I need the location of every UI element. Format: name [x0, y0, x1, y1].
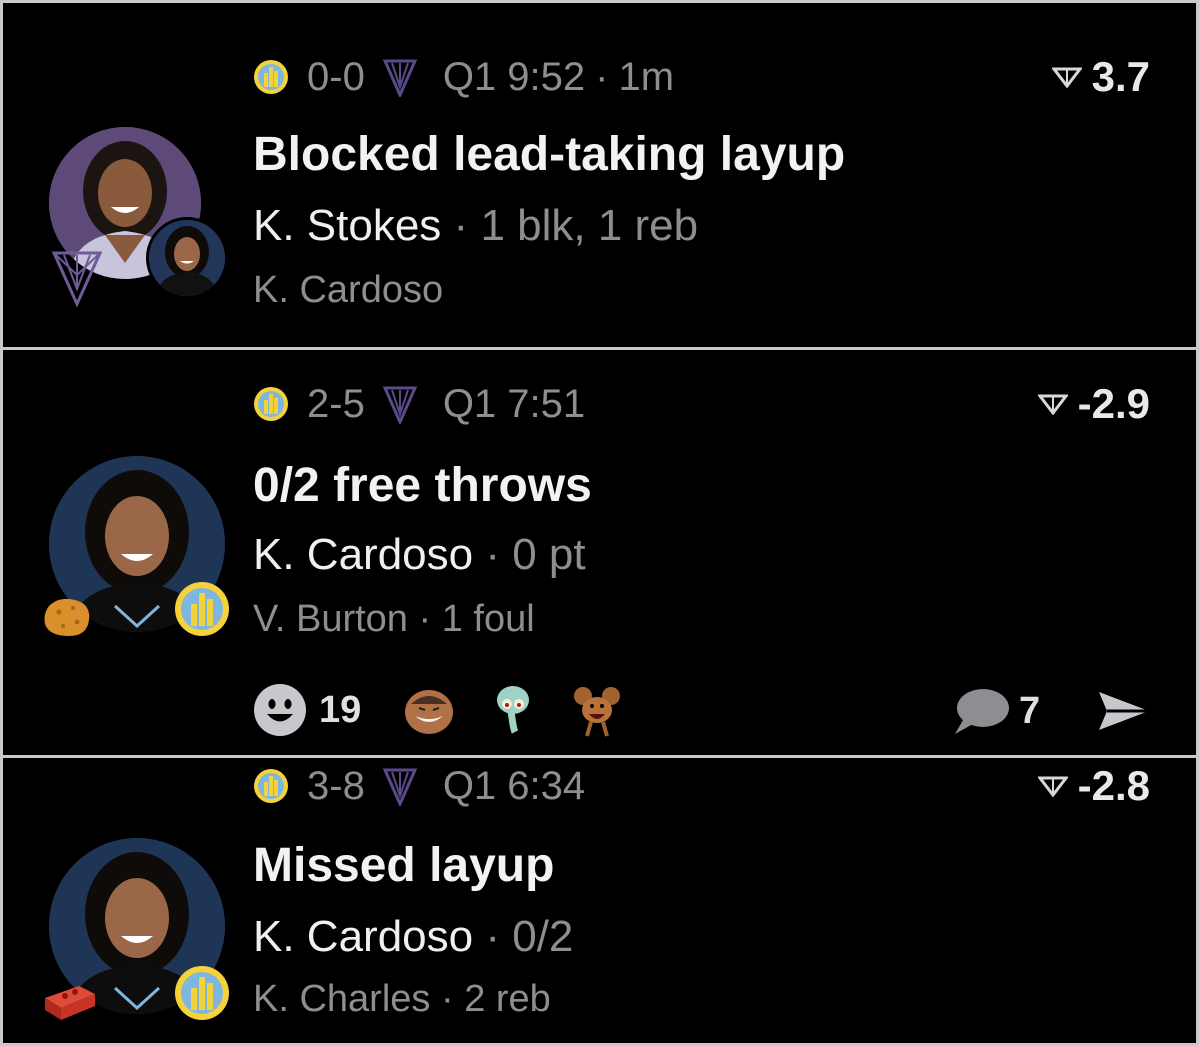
brick-icon [45, 986, 95, 1020]
delta-triangle-icon [1037, 776, 1068, 797]
sky-logo-icon [254, 387, 288, 421]
secondary-player-name[interactable]: K. Charles [253, 978, 430, 1020]
lynx-logo-icon [51, 251, 103, 307]
win-prob-delta: -2.9 [1037, 380, 1150, 427]
play-card[interactable]: 3-8 Q1 6:34 -2.8 Missed layup K. Cardoso… [3, 758, 1196, 1043]
secondary-player-name[interactable]: V. Burton [253, 598, 408, 640]
meta-separator: · [453, 201, 481, 250]
game-clock: Q1 7:51 [442, 381, 586, 426]
score: 0-0 [307, 54, 365, 99]
delta-triangle-icon [1037, 394, 1068, 415]
squidward-emoji[interactable] [485, 682, 541, 738]
play-meta: 0-0 Q1 9:52 · 1m [253, 55, 674, 99]
secondary-player-name[interactable]: K. Cardoso [253, 269, 443, 311]
player-stats: 0/2 [512, 912, 574, 961]
player-line: K. Stokes · 1 blk, 1 reb [253, 201, 698, 251]
delta-value: -2.9 [1077, 380, 1150, 427]
play-headline: Blocked lead-taking layup [253, 128, 846, 181]
delta-value: 3.7 [1091, 53, 1150, 100]
play-headline: Missed layup [253, 839, 555, 892]
score: 3-8 [307, 763, 365, 808]
meta-separator: · [418, 598, 442, 640]
secondary-player-photo [149, 220, 225, 296]
score: 2-5 [307, 381, 365, 426]
player-name[interactable]: K. Cardoso [253, 912, 473, 961]
chicken-nugget-icon [44, 598, 90, 636]
secondary-line: K. Charles · 2 reb [253, 978, 551, 1021]
smiley-reaction-icon[interactable] [253, 683, 307, 737]
delta-triangle-icon [1051, 67, 1082, 88]
play-meta: 2-5 Q1 7:51 [253, 382, 585, 426]
player-name[interactable]: K. Cardoso [253, 530, 473, 579]
sky-logo-icon [254, 769, 288, 803]
secondary-line: V. Burton · 1 foul [253, 598, 535, 641]
share-send-icon[interactable] [1095, 688, 1153, 734]
post-age: 1m [618, 54, 675, 99]
secondary-player-stats: 1 foul [441, 598, 535, 640]
sky-logo-icon [175, 582, 229, 636]
player-line: K. Cardoso · 0 pt [253, 530, 586, 580]
play-headline: 0/2 free throws [253, 459, 592, 512]
player-stats: 0 pt [512, 530, 586, 579]
meta-separator: · [595, 54, 609, 99]
reaction-bar: 19 [253, 682, 653, 738]
play-meta: 3-8 Q1 6:34 [253, 764, 585, 808]
meta-separator: · [485, 530, 513, 579]
lynx-logo-icon [382, 768, 417, 806]
comment-count: 7 [1019, 689, 1041, 732]
secondary-player-avatar[interactable] [146, 217, 228, 299]
lynx-logo-icon [382, 59, 417, 97]
lynx-logo-icon [382, 386, 417, 424]
win-prob-delta: -2.8 [1037, 762, 1150, 809]
jerry-mouse-emoji[interactable] [569, 682, 625, 738]
player-stats: 1 blk, 1 reb [480, 201, 699, 250]
player-line: K. Cardoso · 0/2 [253, 912, 573, 962]
game-clock: Q1 9:52 [442, 54, 586, 99]
comment-button[interactable]: 7 [951, 686, 1040, 736]
game-clock: Q1 6:34 [442, 763, 586, 808]
play-card[interactable]: 2-5 Q1 7:51 -2.9 0/2 free throws K. Card… [3, 350, 1196, 755]
meta-separator: · [440, 978, 465, 1020]
sky-logo-icon [254, 60, 288, 94]
win-prob-delta: 3.7 [1051, 53, 1150, 100]
play-card[interactable]: 0-0 Q1 9:52 · 1m 3.7 Blocked lead-taking… [3, 3, 1196, 347]
player-name[interactable]: K. Stokes [253, 201, 441, 250]
reaction-count: 19 [319, 688, 362, 731]
delta-value: -2.8 [1077, 762, 1150, 809]
comment-bubble-icon [955, 689, 1009, 734]
sky-logo-icon [175, 966, 229, 1020]
secondary-player-stats: 2 reb [464, 978, 551, 1020]
laughing-man-emoji[interactable] [401, 682, 457, 738]
secondary-line: K. Cardoso [253, 269, 443, 312]
meta-separator: · [485, 912, 513, 961]
